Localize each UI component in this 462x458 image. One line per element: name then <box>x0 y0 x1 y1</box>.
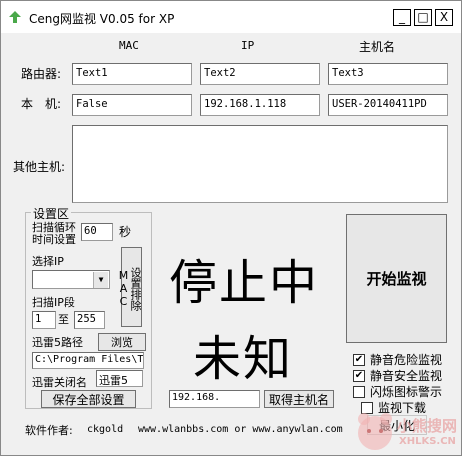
local-hostname-field[interactable]: USER-20140411PD <box>328 94 448 116</box>
title-bar[interactable]: Ceng网监视 V0.05 for XP _ □ X <box>1 1 461 33</box>
watermark-text-cn: 小熊搜网 <box>397 417 458 435</box>
minimize-button[interactable]: _ <box>393 9 411 26</box>
host-query-ip-input[interactable]: 192.168. <box>169 390 260 408</box>
set-exclude-mac-button[interactable]: 设置排除MAC <box>117 247 142 327</box>
author-name: ckgold <box>87 424 124 435</box>
maximize-button[interactable]: □ <box>414 9 432 26</box>
app-icon <box>9 11 21 23</box>
thunder-close-name-label: 迅雷关闭名 <box>32 376 87 389</box>
ip-range-from-input[interactable]: 1 <box>32 311 56 329</box>
window-title: Ceng网监视 V0.05 for XP <box>29 12 175 26</box>
thunder-path-label: 迅雷5路径 <box>32 336 83 349</box>
scan-cycle-input[interactable]: 60 <box>81 223 113 241</box>
column-header-mac: MAC <box>119 39 139 52</box>
choose-ip-select[interactable]: ▼ <box>32 270 110 289</box>
checkbox[interactable] <box>353 385 365 398</box>
main-window: Ceng网监视 V0.05 for XP _ □ X MAC IP 主机名 路由… <box>0 0 462 456</box>
checkbox[interactable]: ✔ <box>353 353 365 366</box>
ip-range-to-label: 至 <box>58 313 69 326</box>
ip-range-to-input[interactable]: 255 <box>74 311 105 329</box>
scan-cycle-unit: 秒 <box>119 225 132 239</box>
scan-cycle-label-2: 时间设置 <box>32 233 76 246</box>
chevron-down-icon[interactable]: ▼ <box>93 272 108 288</box>
router-label: 路由器: <box>21 67 62 81</box>
get-hostname-button[interactable]: 取得主机名 <box>264 390 334 408</box>
watermark-text-en: XHLKS.CN <box>399 436 456 447</box>
router-ip-field[interactable]: Text2 <box>200 63 320 85</box>
browse-button[interactable]: 浏览 <box>98 333 146 351</box>
local-mac-field[interactable]: False <box>72 94 192 116</box>
thunder-close-name-input[interactable]: 迅雷5 <box>96 370 143 387</box>
local-ip-field[interactable]: 192.168.1.118 <box>200 94 320 116</box>
result-text: 未知 <box>193 331 294 387</box>
router-hostname-field[interactable]: Text3 <box>328 63 448 85</box>
option-label: 闪烁图标警示 <box>370 385 443 399</box>
option-flash-icon[interactable]: 闪烁图标警示 <box>353 383 442 400</box>
other-hosts-label: 其他主机: <box>13 160 66 174</box>
option-mute-safe[interactable]: ✔ 静音安全监视 <box>353 367 442 384</box>
save-all-settings-button[interactable]: 保存全部设置 <box>41 390 136 408</box>
thunder-path-input[interactable]: C:\Program Files\T <box>32 352 144 369</box>
website-links[interactable]: www.wlanbbs.com or www.anywlan.com <box>138 424 343 435</box>
start-monitor-button[interactable]: 开始监视 <box>346 214 447 343</box>
choose-ip-label: 选择IP <box>32 255 64 268</box>
author-label: 软件作者: <box>25 424 73 437</box>
option-mute-danger[interactable]: ✔ 静音危险监视 <box>353 351 442 368</box>
status-text: 停止中 <box>169 255 320 311</box>
router-mac-field[interactable]: Text1 <box>72 63 192 85</box>
column-header-ip: IP <box>241 39 255 52</box>
checkbox[interactable]: ✔ <box>353 369 365 382</box>
close-button[interactable]: X <box>435 9 453 26</box>
settings-group-title: 设置区 <box>31 205 72 222</box>
scan-ip-range-label: 扫描IP段 <box>32 296 75 309</box>
column-header-hostname: 主机名 <box>359 40 396 54</box>
option-label: 静音安全监视 <box>370 369 443 383</box>
watermark: 小熊搜网 XHLKS.CN <box>353 403 461 455</box>
local-label: 本 机: <box>21 97 62 111</box>
other-hosts-list[interactable] <box>72 125 448 203</box>
option-label: 静音危险监视 <box>370 353 443 367</box>
